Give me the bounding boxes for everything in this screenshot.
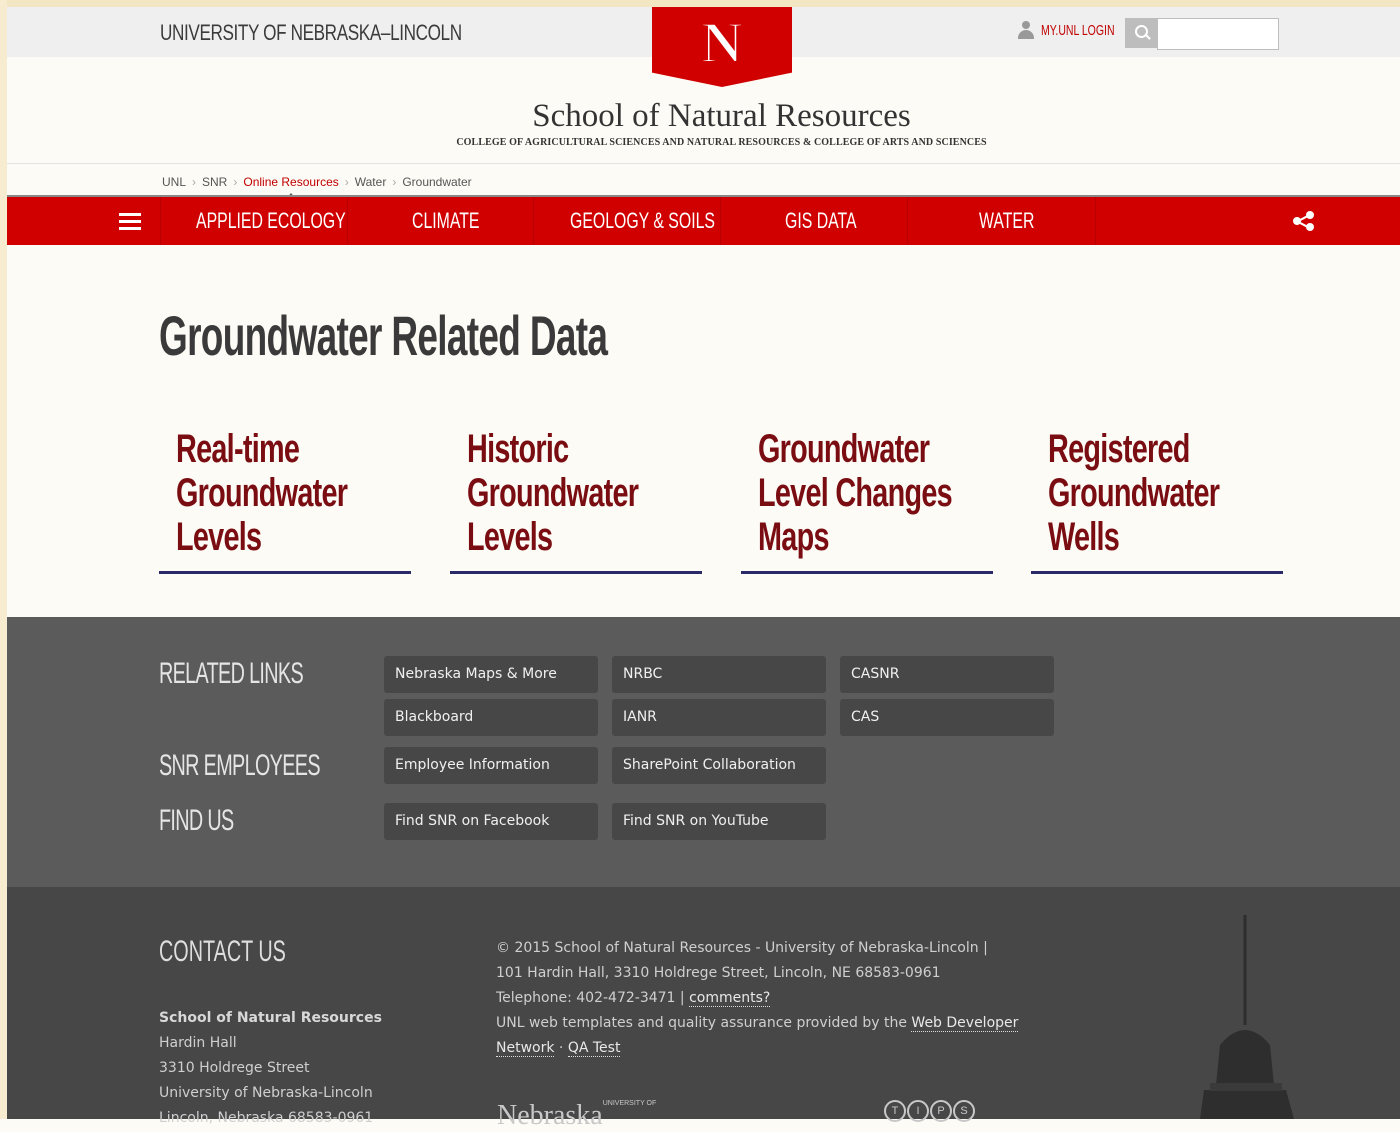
building-tower-illustration xyxy=(1200,915,1294,1119)
card-title: Registered Groundwater Wells xyxy=(1048,427,1220,559)
find-us-heading: FIND US xyxy=(159,804,234,837)
top-bar: UNIVERSITY OF NEBRASKA–LINCOLN N MY.UNL … xyxy=(7,7,1400,87)
card-level-change-maps[interactable]: Groundwater Level Changes Maps xyxy=(741,425,993,574)
telephone-line: Telephone: 402-472-3471 | comments? xyxy=(496,986,1026,1011)
address-org: School of Natural Resources xyxy=(159,1010,382,1026)
nebraska-logo-small: UNIVERSITY OF xyxy=(602,1100,657,1107)
link-blackboard[interactable]: Blackboard xyxy=(384,699,598,736)
templates-text: UNL web templates and quality assurance … xyxy=(496,1015,907,1031)
nav-climate[interactable]: CLIMATE xyxy=(412,197,479,245)
address-line: University of Nebraska-Lincoln xyxy=(159,1085,373,1101)
contact-address: School of Natural Resources Hardin Hall … xyxy=(159,1006,382,1131)
separator-dot: · xyxy=(558,1040,564,1056)
breadcrumb-online-resources[interactable]: Online Resources xyxy=(243,175,339,199)
contact-us-heading: CONTACT US xyxy=(159,935,286,968)
login-link[interactable]: MY.UNL LOGIN xyxy=(1017,21,1126,39)
card-title: Real-time Groundwater Levels xyxy=(176,427,348,559)
breadcrumb-separator: › xyxy=(344,175,349,189)
breadcrumb: UNL › SNR › Online Resources › Water › G… xyxy=(162,175,472,199)
nav-applied-ecology[interactable]: APPLIED ECOLOGY xyxy=(196,197,346,245)
breadcrumb-separator: › xyxy=(192,175,197,189)
search-icon-handle xyxy=(1145,34,1151,40)
unl-logo[interactable]: N xyxy=(652,7,792,87)
breadcrumb-separator: › xyxy=(392,175,397,189)
breadcrumb-snr[interactable]: SNR xyxy=(202,175,227,189)
window-frame-left xyxy=(0,0,7,1119)
card-title: Historic Groundwater Levels xyxy=(467,427,639,559)
share-icon[interactable] xyxy=(1293,211,1315,231)
link-ianr[interactable]: IANR xyxy=(612,699,826,736)
university-name-link[interactable]: UNIVERSITY OF NEBRASKA–LINCOLN xyxy=(160,20,462,46)
comments-link[interactable]: comments? xyxy=(689,990,771,1007)
user-icon xyxy=(1017,21,1035,39)
nav-divider xyxy=(1095,197,1096,245)
page-title: Groundwater Related Data xyxy=(159,304,608,367)
address-line: 3310 Holdrege Street xyxy=(159,1060,310,1076)
nebraska-footer-logo[interactable]: NebraskaUNIVERSITY OF xyxy=(497,1100,656,1132)
card-registered-wells[interactable]: Registered Groundwater Wells xyxy=(1031,425,1283,574)
nav-divider xyxy=(347,197,348,245)
breadcrumb-water[interactable]: Water xyxy=(355,175,387,189)
link-sharepoint[interactable]: SharePoint Collaboration xyxy=(612,747,826,784)
link-nrbc[interactable]: NRBC xyxy=(612,656,826,693)
breadcrumb-groundwater: Groundwater xyxy=(402,175,472,189)
breadcrumb-separator: › xyxy=(233,175,238,189)
qa-test-link[interactable]: QA Test xyxy=(567,1040,621,1057)
nav-gis-data[interactable]: GIS DATA xyxy=(785,197,857,245)
snr-employees-heading: SNR EMPLOYEES xyxy=(159,749,321,782)
copyright-text: © 2015 School of Natural Resources - Uni… xyxy=(496,940,988,956)
nav-divider xyxy=(533,197,534,245)
unl-logo-letter: N xyxy=(700,9,744,76)
site-subtitle: COLLEGE OF AGRICULTURAL SCIENCES AND NAT… xyxy=(456,137,987,148)
footer-address-text: 101 Hardin Hall, 3310 Holdrege Street, L… xyxy=(496,965,941,981)
breadcrumb-unl[interactable]: UNL xyxy=(162,175,186,189)
nav-water[interactable]: WATER xyxy=(979,197,1034,245)
main-nav: APPLIED ECOLOGY CLIMATE GEOLOGY & SOILS … xyxy=(7,197,1400,245)
templates-line: UNL web templates and quality assurance … xyxy=(496,1011,1026,1061)
search-button[interactable] xyxy=(1125,18,1157,48)
hamburger-icon[interactable] xyxy=(119,213,141,230)
nav-geology-soils[interactable]: GEOLOGY & SOILS xyxy=(570,197,715,245)
nav-divider xyxy=(160,197,161,245)
divider xyxy=(7,163,1400,164)
search-input[interactable] xyxy=(1157,18,1279,50)
site-title[interactable]: School of Natural Resources xyxy=(0,98,1400,135)
link-nebraska-maps[interactable]: Nebraska Maps & More xyxy=(384,656,598,693)
card-historic-levels[interactable]: Historic Groundwater Levels xyxy=(450,425,702,574)
link-cas[interactable]: CAS xyxy=(840,699,1054,736)
link-employee-information[interactable]: Employee Information xyxy=(384,747,598,784)
link-facebook[interactable]: Find SNR on Facebook xyxy=(384,803,598,840)
login-label: MY.UNL LOGIN xyxy=(1041,21,1115,39)
telephone-text: Telephone: 402-472-3471 | xyxy=(496,990,685,1006)
link-casnr[interactable]: CASNR xyxy=(840,656,1054,693)
nebraska-logo-text: Nebraska xyxy=(497,1100,603,1131)
footer-legal: © 2015 School of Natural Resources - Uni… xyxy=(496,936,1026,1061)
card-realtime-levels[interactable]: Real-time Groundwater Levels xyxy=(159,425,411,574)
card-title: Groundwater Level Changes Maps xyxy=(758,427,953,559)
address-line: Hardin Hall xyxy=(159,1035,237,1051)
link-youtube[interactable]: Find SNR on YouTube xyxy=(612,803,826,840)
nav-divider xyxy=(907,197,908,245)
window-frame-top xyxy=(0,0,1400,7)
related-links-heading: RELATED LINKS xyxy=(159,657,304,690)
nav-divider xyxy=(720,197,721,245)
